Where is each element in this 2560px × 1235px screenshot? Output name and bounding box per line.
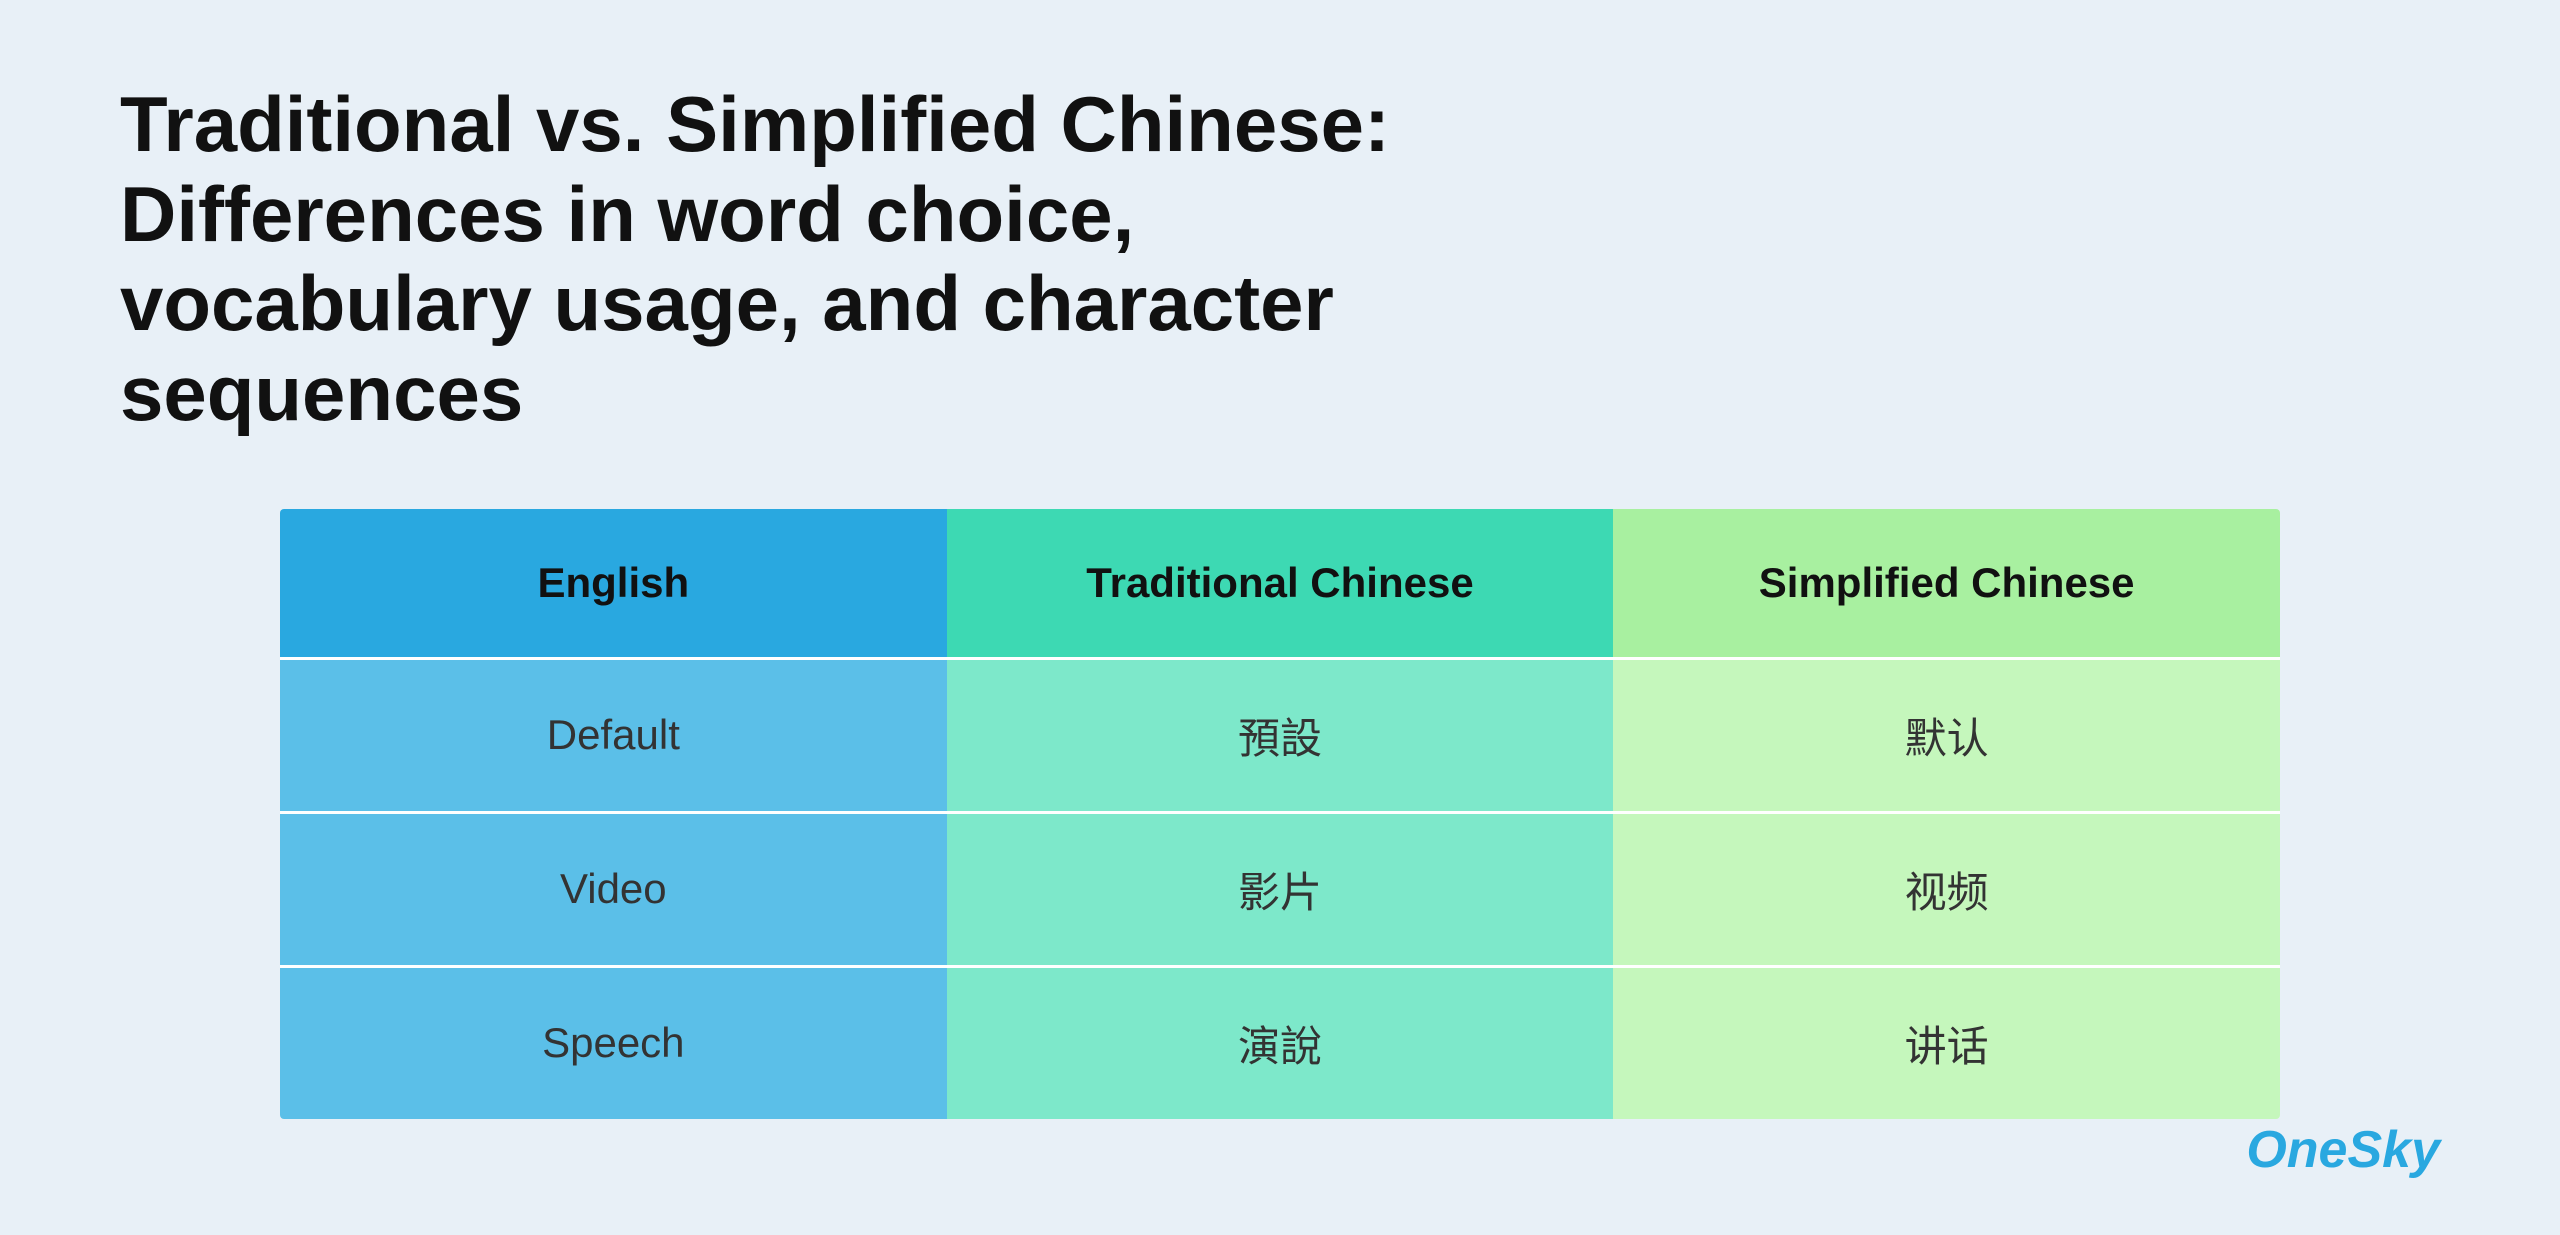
cell-simplified: 默认 (1613, 657, 2280, 811)
cell-english: Video (280, 811, 947, 965)
table-row: Speech演說讲话 (280, 965, 2280, 1119)
table-row: Video影片视频 (280, 811, 2280, 965)
cell-traditional: 演說 (947, 965, 1614, 1119)
page-title: Traditional vs. Simplified Chinese: Diff… (120, 80, 1520, 439)
cell-simplified: 视频 (1613, 811, 2280, 965)
cell-traditional: 影片 (947, 811, 1614, 965)
comparison-table: English Traditional Chinese Simplified C… (280, 509, 2280, 1119)
cell-english: Speech (280, 965, 947, 1119)
header-english: English (280, 509, 947, 657)
header-traditional: Traditional Chinese (947, 509, 1614, 657)
cell-english: Default (280, 657, 947, 811)
table-row: Default預設默认 (280, 657, 2280, 811)
table-header-row: English Traditional Chinese Simplified C… (280, 509, 2280, 657)
table-container: English Traditional Chinese Simplified C… (120, 509, 2440, 1119)
brand-logo: OneSky (2246, 1120, 2440, 1180)
cell-traditional: 預設 (947, 657, 1614, 811)
cell-simplified: 讲话 (1613, 965, 2280, 1119)
header-simplified: Simplified Chinese (1613, 509, 2280, 657)
